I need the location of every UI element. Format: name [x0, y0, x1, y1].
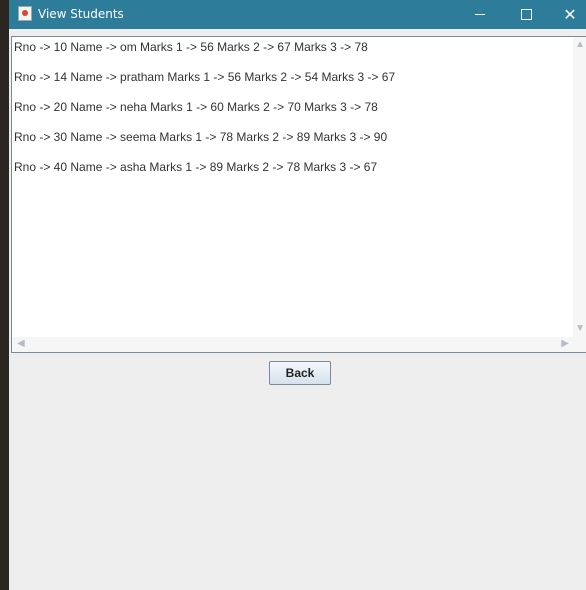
- scroll-up-arrow-icon[interactable]: ▲: [575, 40, 585, 50]
- student-line: Rno -> 20 Name -> neha Marks 1 -> 60 Mar…: [14, 100, 378, 114]
- vertical-scrollbar[interactable]: ▲ ▼: [573, 37, 586, 337]
- scroll-right-arrow-icon[interactable]: ▶: [561, 339, 569, 349]
- java-app-icon: [18, 6, 32, 21]
- students-scroll-pane[interactable]: Rno -> 10 Name -> om Marks 1 -> 56 Marks…: [11, 36, 586, 353]
- maximize-icon: [520, 9, 532, 20]
- horizontal-scrollbar[interactable]: ◀ ▶: [12, 337, 574, 352]
- student-line: Rno -> 14 Name -> pratham Marks 1 -> 56 …: [14, 70, 396, 84]
- student-line: Rno -> 10 Name -> om Marks 1 -> 56 Marks…: [14, 40, 368, 54]
- back-button[interactable]: Back: [269, 361, 331, 385]
- student-line: Rno -> 40 Name -> asha Marks 1 -> 89 Mar…: [14, 160, 378, 174]
- close-icon: ✕: [563, 4, 577, 24]
- scroll-down-arrow-icon[interactable]: ▼: [575, 324, 585, 334]
- view-students-window: View Students ✕ Rno -> 10 Name -> om Mar…: [9, 0, 586, 590]
- scroll-left-arrow-icon[interactable]: ◀: [17, 339, 25, 349]
- minimize-icon: [475, 14, 485, 15]
- scrollbar-corner: [573, 337, 586, 352]
- student-line: Rno -> 30 Name -> seema Marks 1 -> 78 Ma…: [14, 130, 388, 144]
- window-title: View Students: [38, 7, 124, 21]
- students-text-area[interactable]: Rno -> 10 Name -> om Marks 1 -> 56 Marks…: [12, 37, 574, 337]
- minimize-button[interactable]: [457, 0, 503, 29]
- close-button[interactable]: ✕: [547, 0, 586, 29]
- maximize-button[interactable]: [503, 0, 549, 29]
- title-bar[interactable]: View Students ✕: [9, 0, 586, 29]
